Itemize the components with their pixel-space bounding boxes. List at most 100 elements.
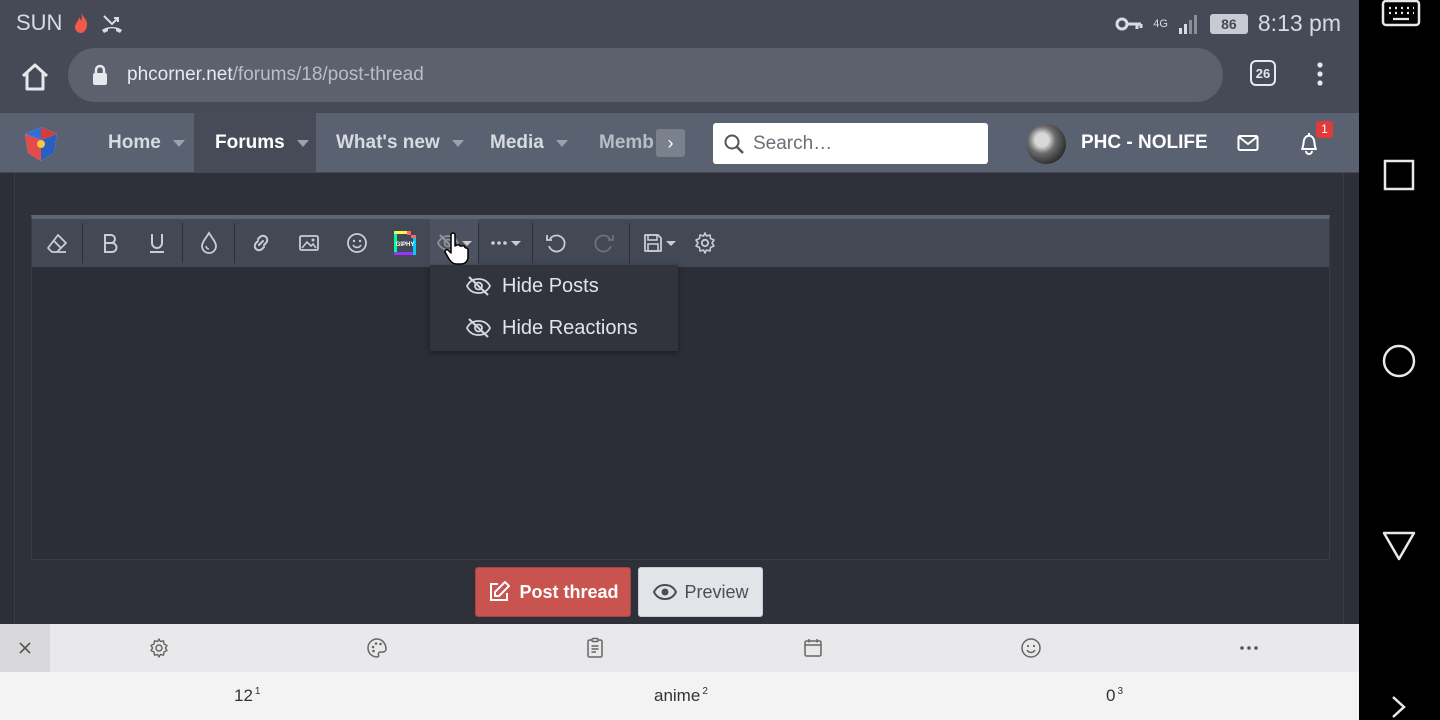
giphy-button[interactable]: GIPHY: [389, 219, 421, 267]
home-circle-icon[interactable]: [1381, 343, 1417, 379]
eye-slash-icon: [465, 276, 492, 296]
toolbar-divider: [532, 223, 533, 263]
redo-icon: [594, 234, 614, 253]
network-type: 4G: [1153, 17, 1168, 30]
preview-label: Preview: [684, 581, 749, 602]
post-thread-form: GIPHY: [14, 173, 1344, 624]
preview-button[interactable]: Preview: [638, 567, 763, 617]
recents-icon[interactable]: [1381, 159, 1417, 191]
chevron-right-icon[interactable]: [1389, 694, 1409, 720]
search-icon: [724, 134, 744, 154]
palette-icon[interactable]: [365, 636, 389, 660]
suggestion-word: anime: [654, 686, 701, 705]
underline-icon: [150, 234, 164, 253]
post-thread-button[interactable]: Post thread: [475, 567, 631, 617]
notification-badge: 1: [1316, 121, 1333, 138]
image-button[interactable]: [294, 219, 324, 267]
vpn-key-icon: [1115, 17, 1143, 30]
eraser-button[interactable]: [42, 219, 72, 267]
clock: 8:13 pm: [1257, 10, 1341, 36]
nav-forums-label: Forums: [215, 132, 285, 153]
hide-dropdown-menu: Hide Posts Hide Reactions: [430, 265, 678, 351]
bold-button[interactable]: [95, 219, 125, 267]
suggestion-index: 3: [1117, 686, 1124, 698]
undo-button[interactable]: [541, 219, 571, 267]
chevron-down-icon[interactable]: [555, 139, 568, 147]
status-bar: SUN 4G 86 8:13 pm: [0, 0, 1359, 48]
close-icon: [19, 642, 31, 654]
menu-item-hide-posts[interactable]: Hide Posts: [430, 265, 678, 307]
address-bar[interactable]: phcorner.net/forums/18/post-thread: [68, 48, 1223, 102]
eye-slash-icon: [465, 318, 492, 338]
more-options-button[interactable]: [484, 219, 526, 267]
mail-icon[interactable]: [1237, 133, 1259, 153]
suggestion-1[interactable]: 12 1: [234, 686, 260, 706]
android-nav-bar: [1359, 0, 1440, 720]
url-text: phcorner.net/forums/18/post-thread: [127, 64, 424, 86]
suggestion-index: 1: [254, 686, 261, 698]
home-icon[interactable]: [18, 60, 52, 94]
chevron-down-icon[interactable]: [451, 139, 464, 147]
suggestion-3[interactable]: 03: [1106, 686, 1123, 706]
browser-toolbar: phcorner.net/forums/18/post-thread 26: [0, 48, 1359, 113]
editor-toolbar: GIPHY: [32, 219, 1329, 267]
emoji-icon[interactable]: [1019, 636, 1043, 660]
clipboard-icon[interactable]: [583, 636, 607, 660]
nav-media[interactable]: Media: [476, 113, 586, 173]
flame-icon: [75, 13, 88, 33]
keyboard-close-button[interactable]: [0, 624, 50, 672]
chevron-down-icon[interactable]: [296, 139, 309, 147]
suggestion-index: 2: [702, 686, 708, 698]
toolbar-divider: [234, 223, 235, 263]
search-input[interactable]: [753, 129, 978, 158]
nav-members[interactable]: Memb: [585, 113, 657, 173]
eraser-icon: [47, 234, 67, 253]
redo-button[interactable]: [589, 219, 619, 267]
settings-icon[interactable]: [147, 636, 171, 660]
menu-item-hide-reactions[interactable]: Hide Reactions: [430, 307, 678, 349]
underline-button[interactable]: [142, 219, 172, 267]
drafts-button[interactable]: [637, 219, 679, 267]
menu-item-label: Hide Posts: [502, 274, 599, 297]
keyboard-toolbar: [0, 624, 1359, 672]
nav-media-label: Media: [490, 132, 544, 153]
editor-settings-button[interactable]: [690, 219, 720, 267]
keyboard-icon[interactable]: [1381, 0, 1421, 28]
toolbar-divider: [478, 223, 479, 263]
calendar-icon[interactable]: [801, 636, 825, 660]
tab-switcher-button[interactable]: 26: [1250, 60, 1276, 86]
site-logo-icon[interactable]: [22, 125, 60, 163]
search-box[interactable]: [713, 123, 988, 164]
missed-call-icon: [102, 15, 123, 33]
nav-scroll-right-button[interactable]: ›: [656, 129, 685, 157]
suggestion-word: 12: [234, 686, 253, 705]
kebab-menu-icon[interactable]: [1312, 60, 1328, 90]
suggestion-word: 0: [1106, 686, 1116, 705]
chevron-down-icon[interactable]: [172, 139, 185, 147]
avatar[interactable]: [1026, 124, 1066, 164]
emoji-button[interactable]: [342, 219, 372, 267]
nav-whats-new[interactable]: What's new: [322, 113, 472, 173]
giphy-label: GIPHY: [396, 242, 415, 248]
drafts-icon: [643, 234, 662, 252]
toolbar-divider: [629, 223, 630, 263]
settings-icon: [695, 232, 715, 254]
more-icon[interactable]: [1237, 636, 1261, 660]
username-label[interactable]: PHC - NOLIFE: [1081, 132, 1208, 154]
phone-screen: SUN 4G 86 8:13 pm phcorner.net/forums/18…: [0, 0, 1359, 720]
nav-home-label: Home: [108, 132, 161, 153]
suggestion-2[interactable]: anime 2: [654, 686, 708, 706]
back-icon[interactable]: [1381, 530, 1417, 562]
giphy-icon: GIPHY: [394, 231, 416, 255]
link-icon: [253, 234, 269, 252]
nav-members-label: Memb: [599, 132, 654, 153]
nav-forums[interactable]: Forums: [194, 113, 316, 173]
nav-home[interactable]: Home: [94, 113, 194, 173]
signal-icon: [1178, 14, 1197, 34]
color-drop-icon: [201, 231, 217, 254]
text-color-button[interactable]: [194, 219, 224, 267]
image-icon: [299, 235, 319, 251]
link-button[interactable]: [246, 219, 276, 267]
rich-text-editor[interactable]: GIPHY: [31, 215, 1330, 560]
nav-whats-new-label: What's new: [336, 132, 440, 153]
